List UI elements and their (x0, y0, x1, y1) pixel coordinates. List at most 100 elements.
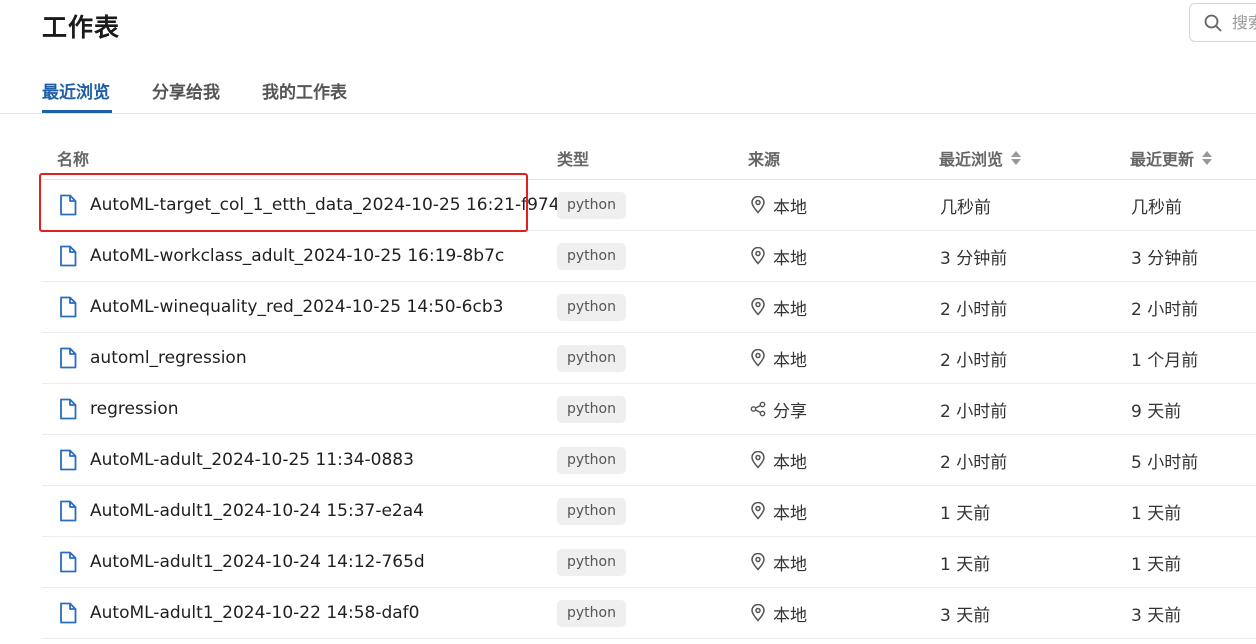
last-updated-cell: 3 天前 (1131, 605, 1182, 626)
name-cell[interactable]: AutoML-adult1_2024-10-22 14:58-daf0 (59, 588, 419, 638)
worksheets-page: 工作表 最近浏览 分享给我 我的工作表 名称 类型 来源 最近浏览 最近更新 A… (0, 0, 1256, 644)
last-viewed-cell: 3 天前 (940, 605, 991, 626)
location-icon (751, 298, 765, 316)
source-cell: 本地 (750, 486, 807, 536)
type-badge: python (557, 344, 626, 372)
file-icon (60, 296, 77, 318)
last-updated-cell: 3 分钟前 (1131, 248, 1199, 269)
name-cell[interactable]: AutoML-target_col_1_etth_data_2024-10-25… (59, 180, 560, 230)
worksheet-table: 名称 类型 来源 最近浏览 最近更新 AutoML-target_col_1_e… (42, 134, 1256, 639)
file-icon (60, 398, 77, 420)
type-badge: python (557, 497, 626, 525)
header-name: 名称 (57, 146, 89, 170)
header-last-viewed[interactable]: 最近浏览 (939, 146, 1022, 170)
tab-my-worksheets[interactable]: 我的工作表 (262, 78, 347, 103)
worksheet-name[interactable]: AutoML-winequality_red_2024-10-25 14:50-… (90, 297, 503, 317)
location-icon (751, 451, 765, 469)
source-cell: 本地 (750, 537, 807, 587)
location-icon (751, 196, 765, 214)
active-tab-indicator (42, 110, 112, 113)
type-badge: python (557, 548, 626, 576)
header-type-label: 类型 (557, 150, 590, 169)
last-viewed-cell: 2 小时前 (940, 401, 1008, 422)
header-last-updated-label: 最近更新 (1130, 150, 1195, 169)
source-cell: 本地 (750, 282, 807, 332)
tab-bar: 最近浏览 分享给我 我的工作表 (0, 72, 1256, 114)
file-icon (60, 449, 77, 471)
source-label: 本地 (773, 452, 807, 473)
type-badge: python (557, 242, 626, 270)
table-row[interactable]: AutoML-workclass_adult_2024-10-25 16:19-… (42, 231, 1256, 282)
source-label: 本地 (773, 248, 807, 269)
worksheet-name[interactable]: AutoML-target_col_1_etth_data_2024-10-25… (90, 195, 560, 215)
last-updated-cell: 2 小时前 (1131, 299, 1199, 320)
table-row[interactable]: AutoML-target_col_1_etth_data_2024-10-25… (42, 180, 1256, 231)
name-cell[interactable]: AutoML-adult_2024-10-25 11:34-0883 (59, 435, 414, 485)
source-cell: 本地 (750, 231, 807, 281)
type-badge: python (557, 191, 626, 219)
header-source-label: 来源 (748, 150, 781, 169)
header-last-updated[interactable]: 最近更新 (1130, 146, 1213, 170)
name-cell[interactable]: AutoML-winequality_red_2024-10-25 14:50-… (59, 282, 503, 332)
table-row[interactable]: automl_regression python 本地 2 小时前 1 个月前 (42, 333, 1256, 384)
name-cell[interactable]: AutoML-adult1_2024-10-24 14:12-765d (59, 537, 425, 587)
source-label: 本地 (773, 197, 807, 218)
worksheet-name[interactable]: AutoML-adult_2024-10-25 11:34-0883 (90, 450, 414, 470)
table-row[interactable]: AutoML-adult1_2024-10-24 15:37-e2a4 pytho… (42, 486, 1256, 537)
table-body: AutoML-target_col_1_etth_data_2024-10-25… (42, 180, 1256, 639)
worksheet-name[interactable]: AutoML-adult1_2024-10-24 14:12-765d (90, 552, 425, 572)
type-cell: python (557, 282, 626, 332)
location-icon (751, 349, 765, 367)
table-row[interactable]: AutoML-adult_2024-10-25 11:34-0883 python… (42, 435, 1256, 486)
header-name-label: 名称 (57, 150, 90, 169)
last-viewed-cell: 2 小时前 (940, 350, 1008, 371)
last-updated-cell: 1 个月前 (1131, 350, 1199, 371)
type-cell: python (557, 486, 626, 536)
last-updated-cell: 5 小时前 (1131, 452, 1199, 473)
search-box[interactable] (1189, 3, 1256, 42)
worksheet-name[interactable]: AutoML-workclass_adult_2024-10-25 16:19-… (90, 246, 504, 266)
sort-icon[interactable] (1011, 151, 1022, 165)
last-viewed-cell: 2 小时前 (940, 299, 1008, 320)
share-icon (750, 401, 766, 417)
last-updated-cell: 1 天前 (1131, 554, 1182, 575)
type-badge: python (557, 293, 626, 321)
worksheet-name[interactable]: AutoML-adult1_2024-10-22 14:58-daf0 (90, 603, 419, 623)
source-label: 本地 (773, 554, 807, 575)
table-row[interactable]: AutoML-adult1_2024-10-22 14:58-daf0 pytho… (42, 588, 1256, 639)
last-viewed-cell: 2 小时前 (940, 452, 1008, 473)
file-icon (60, 551, 77, 573)
sort-icon[interactable] (1202, 151, 1213, 165)
header-source: 来源 (748, 146, 780, 170)
type-cell: python (557, 588, 626, 638)
last-viewed-cell: 1 天前 (940, 503, 991, 524)
name-cell[interactable]: AutoML-adult1_2024-10-24 15:37-e2a4 (59, 486, 424, 536)
name-cell[interactable]: regression (59, 384, 179, 434)
file-icon (60, 347, 77, 369)
location-icon (751, 247, 765, 265)
source-label: 本地 (773, 350, 807, 371)
table-row[interactable]: AutoML-winequality_red_2024-10-25 14:50-… (42, 282, 1256, 333)
source-label: 本地 (773, 299, 807, 320)
type-cell: python (557, 435, 626, 485)
table-row[interactable]: AutoML-adult1_2024-10-24 14:12-765d pytho… (42, 537, 1256, 588)
tab-recent[interactable]: 最近浏览 (42, 78, 110, 103)
last-viewed-cell: 1 天前 (940, 554, 991, 575)
source-cell: 分享 (750, 384, 807, 434)
table-row[interactable]: regression python 分享 2 小时前 9 天前 (42, 384, 1256, 435)
type-cell: python (557, 180, 626, 230)
last-viewed-cell: 3 分钟前 (940, 248, 1008, 269)
tab-shared-with-me[interactable]: 分享给我 (152, 78, 220, 103)
worksheet-name[interactable]: regression (90, 399, 179, 419)
source-cell: 本地 (750, 435, 807, 485)
type-badge: python (557, 599, 626, 627)
worksheet-name[interactable]: automl_regression (90, 348, 247, 368)
file-icon (60, 602, 77, 624)
name-cell[interactable]: automl_regression (59, 333, 247, 383)
header-type: 类型 (557, 146, 589, 170)
name-cell[interactable]: AutoML-workclass_adult_2024-10-25 16:19-… (59, 231, 504, 281)
type-cell: python (557, 231, 626, 281)
last-viewed-cell: 几秒前 (940, 197, 991, 218)
search-input[interactable] (1232, 13, 1256, 32)
worksheet-name[interactable]: AutoML-adult1_2024-10-24 15:37-e2a4 (90, 501, 424, 521)
